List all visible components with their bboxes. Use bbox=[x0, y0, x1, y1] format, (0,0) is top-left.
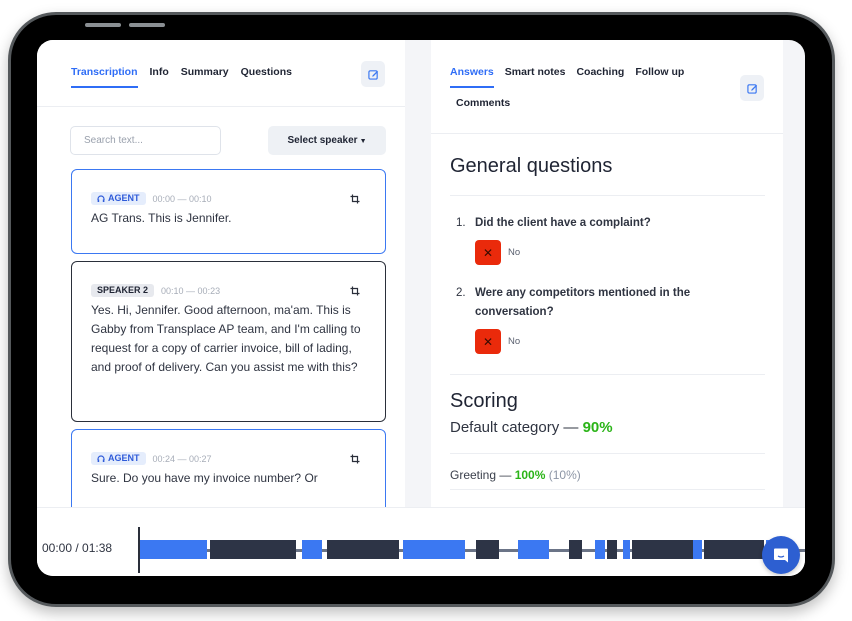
transcript-item[interactable]: SPEAKER 2 00:10 — 00:23 Yes. Hi, Jennife… bbox=[71, 261, 386, 422]
timeline-segment-agent[interactable] bbox=[595, 540, 605, 559]
answer: ✕ No bbox=[475, 240, 520, 265]
tab-answers[interactable]: Answers bbox=[450, 66, 494, 88]
tab-coaching[interactable]: Coaching bbox=[576, 66, 624, 88]
playhead[interactable] bbox=[138, 527, 140, 573]
divider bbox=[431, 133, 783, 134]
timestamp: 00:10 — 00:23 bbox=[161, 285, 221, 296]
tab-info[interactable]: Info bbox=[150, 66, 169, 88]
caret-down-icon: ▼ bbox=[359, 138, 367, 145]
timeline-segment-speaker2[interactable] bbox=[569, 540, 583, 559]
right-tabs: Answers Smart notes Coaching Follow up C… bbox=[450, 66, 710, 117]
timeline-segment-agent[interactable] bbox=[302, 540, 323, 559]
tab-comments[interactable]: Comments bbox=[450, 97, 510, 117]
divider bbox=[450, 453, 765, 454]
tab-smart-notes[interactable]: Smart notes bbox=[505, 66, 566, 88]
tab-questions[interactable]: Questions bbox=[241, 66, 292, 88]
timeline-segment-speaker2[interactable] bbox=[209, 540, 296, 559]
edit-button[interactable] bbox=[740, 75, 764, 101]
divider bbox=[450, 195, 765, 196]
left-tabs: Transcription Info Summary Questions bbox=[71, 66, 292, 88]
answer: ✕ No bbox=[475, 329, 520, 354]
greeting-score: Greeting — 100% (10%) bbox=[450, 468, 581, 482]
greeting-label: Greeting — bbox=[450, 468, 515, 482]
answer-label: No bbox=[508, 247, 521, 258]
timestamp: 00:00 — 00:10 bbox=[152, 193, 212, 204]
crop-icon[interactable] bbox=[350, 286, 360, 296]
divider bbox=[450, 489, 765, 490]
transcription-panel: Transcription Info Summary Questions Sea… bbox=[37, 40, 405, 529]
timeline-segment-agent[interactable] bbox=[139, 540, 207, 559]
tab-summary[interactable]: Summary bbox=[181, 66, 229, 88]
answers-panel: Answers Smart notes Coaching Follow up C… bbox=[431, 40, 783, 510]
timeline-segment-speaker2[interactable] bbox=[476, 540, 500, 559]
speaker-badge: AGENT bbox=[91, 192, 146, 205]
search-input[interactable]: Search text... bbox=[70, 126, 221, 155]
timeline-segment-agent[interactable] bbox=[517, 540, 549, 559]
general-questions-heading: General questions bbox=[450, 155, 613, 177]
app-screen: Transcription Info Summary Questions Sea… bbox=[37, 40, 805, 576]
question-text: Were any competitors mentioned in the co… bbox=[475, 287, 691, 318]
transcript-text: AG Trans. This is Jennifer. bbox=[91, 211, 232, 225]
answer-label: No bbox=[508, 336, 521, 347]
timestamp: 00:24 — 00:27 bbox=[152, 453, 212, 464]
crop-icon[interactable] bbox=[350, 454, 360, 464]
audio-player: 00:00 / 01:38 bbox=[37, 507, 805, 576]
tab-transcription[interactable]: Transcription bbox=[71, 66, 138, 88]
question-item: 1. Did the client have a complaint? bbox=[456, 214, 756, 233]
edit-icon bbox=[367, 69, 378, 80]
question-number: 2. bbox=[456, 287, 466, 299]
volume-button bbox=[129, 23, 165, 27]
chat-icon bbox=[774, 548, 788, 562]
playback-time: 00:00 / 01:38 bbox=[42, 541, 113, 555]
speaker-name: AGENT bbox=[108, 193, 140, 203]
transcript-text: Yes. Hi, Jennifer. Good afternoon, ma'am… bbox=[91, 303, 361, 374]
timeline-segment-agent[interactable] bbox=[403, 540, 466, 559]
divider bbox=[450, 374, 765, 375]
tab-follow-up[interactable]: Follow up bbox=[635, 66, 684, 88]
select-speaker-label: Select speaker bbox=[287, 135, 358, 146]
edit-icon bbox=[746, 83, 757, 94]
crop-icon[interactable] bbox=[350, 194, 360, 204]
edit-button[interactable] bbox=[361, 61, 385, 87]
timeline-segment-agent[interactable] bbox=[692, 540, 702, 559]
speaker-name: SPEAKER 2 bbox=[97, 285, 149, 295]
timeline-segment-speaker2[interactable] bbox=[632, 540, 693, 559]
timeline-segment-speaker2[interactable] bbox=[703, 540, 764, 559]
transcript-item[interactable]: AGENT 00:00 — 00:10 AG Trans. This is Je… bbox=[71, 169, 386, 254]
chat-button[interactable] bbox=[762, 536, 800, 574]
timeline-segment-speaker2[interactable] bbox=[327, 540, 400, 559]
question-item: 2. Were any competitors mentioned in the… bbox=[456, 284, 756, 322]
headset-icon bbox=[97, 194, 105, 202]
speaker-badge: AGENT bbox=[91, 452, 146, 465]
transcript-text: Sure. Do you have my invoice number? Or bbox=[91, 471, 318, 485]
timeline-segment-speaker2[interactable] bbox=[606, 540, 618, 559]
question-text: Did the client have a complaint? bbox=[475, 217, 651, 229]
headset-icon bbox=[97, 454, 105, 462]
divider bbox=[37, 106, 405, 107]
speaker-name: AGENT bbox=[108, 453, 140, 463]
category-label: Default category — bbox=[450, 419, 583, 436]
greeting-percent: 100% bbox=[514, 468, 546, 482]
greeting-weight: (10%) bbox=[548, 468, 581, 482]
x-icon: ✕ bbox=[475, 240, 501, 265]
select-speaker-dropdown[interactable]: Select speaker ▼ bbox=[268, 126, 386, 155]
timeline-segment-agent[interactable] bbox=[622, 540, 631, 559]
scoring-heading: Scoring bbox=[450, 390, 518, 412]
speaker-badge: SPEAKER 2 bbox=[91, 284, 155, 297]
category-score: 90% bbox=[582, 419, 613, 436]
x-icon: ✕ bbox=[475, 329, 501, 354]
question-number: 1. bbox=[456, 217, 466, 229]
volume-button bbox=[85, 23, 121, 27]
default-category-score: Default category — 90% bbox=[450, 419, 613, 436]
